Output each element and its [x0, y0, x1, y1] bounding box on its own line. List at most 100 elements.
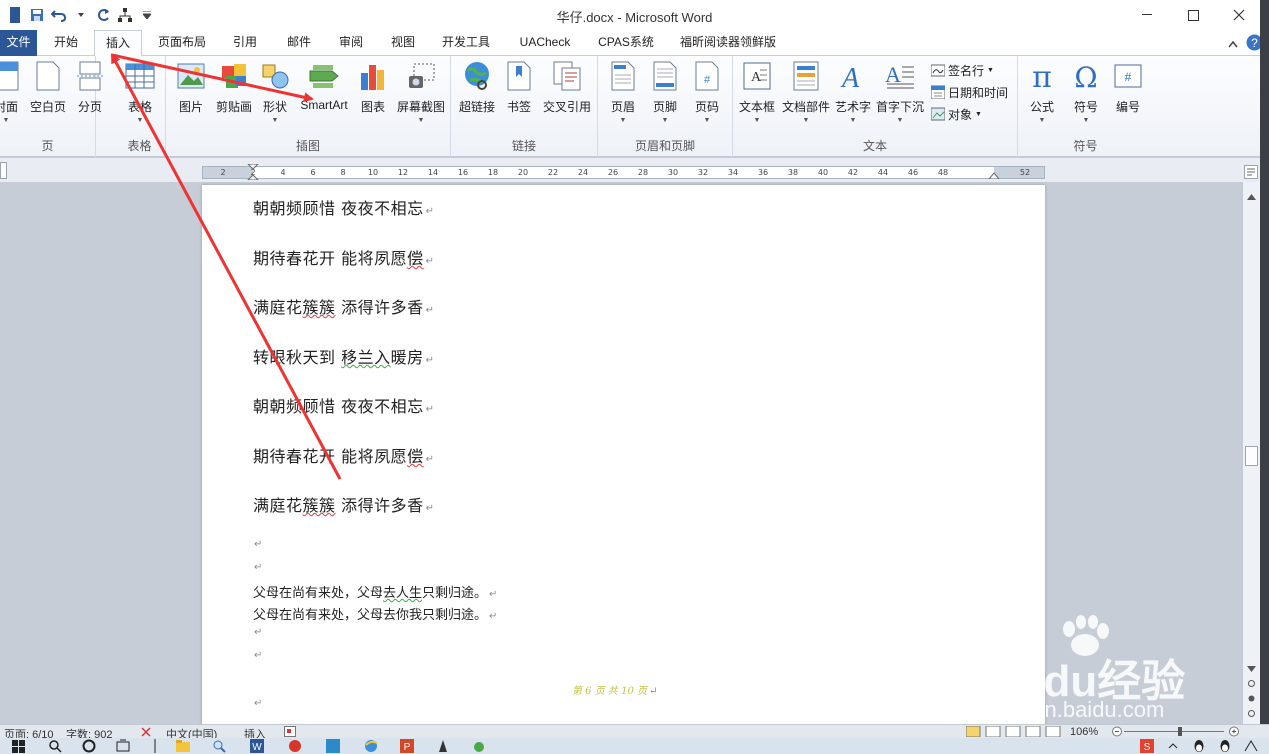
svg-text:A: A [885, 62, 901, 87]
object-button[interactable]: 对象 ▼ [931, 104, 982, 124]
qq-icon-2[interactable] [1218, 739, 1232, 753]
tab-cpas[interactable]: CPAS系统 [590, 30, 662, 56]
tab-developer[interactable]: 开发工具 [434, 30, 498, 56]
app-blue-icon[interactable] [326, 739, 340, 753]
app-green-icon[interactable] [472, 739, 486, 753]
equation-button[interactable]: π 公式 ▼ [1024, 60, 1060, 130]
view-ruler-icon[interactable] [1244, 165, 1258, 179]
search-icon[interactable] [48, 739, 62, 753]
page-footer: 第 6 页 共 10 页 ↵ [572, 686, 658, 697]
prev-page-icon[interactable] [1247, 679, 1256, 688]
chart-button[interactable]: 图表 [358, 60, 388, 130]
ruler-tick-label: 2 [220, 168, 226, 177]
qq-icon[interactable] [1192, 739, 1206, 753]
ruler-tick-label: 16 [457, 168, 469, 177]
poem-line: 朝朝频顾惜 夜夜不相忘 ↵ [253, 199, 435, 218]
poem-line: 期待春花开 能将夙愿偿 ↵ [253, 447, 435, 466]
shapes-button[interactable]: 形状 ▼ [258, 60, 292, 130]
tab-insert[interactable]: 插入 [94, 30, 142, 57]
word-taskbar-icon[interactable]: W [250, 739, 264, 753]
tab-file[interactable]: 文件 [0, 30, 37, 56]
footer-button[interactable]: 页脚 ▼ [648, 60, 682, 130]
page-break-button[interactable]: 分页 [72, 60, 108, 130]
header-button[interactable]: 页眉 ▼ [606, 60, 640, 130]
tab-references[interactable]: 引用 [222, 30, 268, 56]
scrollbar-thumb[interactable] [1245, 446, 1258, 466]
hyperlink-button[interactable]: 超链接 [457, 60, 497, 130]
smartart-button[interactable]: SmartArt [296, 60, 352, 130]
zoom-level[interactable]: 106% [1070, 726, 1098, 738]
drop-cap-button[interactable]: A 首字下沉 ▼ [875, 60, 925, 130]
clipart-button[interactable]: 剪贴画 [214, 60, 254, 130]
symbol-button[interactable]: Ω 符号 ▼ [1068, 60, 1104, 130]
group-symbols: π 公式 ▼ Ω 符号 ▼ # 编号 符号 [1018, 56, 1153, 157]
table-button[interactable]: 表格 ▼ [122, 60, 158, 130]
tab-mailings[interactable]: 邮件 [276, 30, 322, 56]
tab-review[interactable]: 审阅 [328, 30, 374, 56]
cover-page-button[interactable]: 封面▼ [0, 60, 24, 130]
svg-text:A: A [840, 63, 860, 91]
select-browse-object-icon[interactable] [1247, 694, 1256, 703]
quick-parts-button[interactable]: 文档部件 ▼ [781, 60, 831, 130]
ie-icon[interactable] [364, 739, 378, 753]
horizontal-ruler[interactable]: 2 2 4 6 8 10 12 14 16 18 20 22 24 26 28 30 32 34 36 38 40 42 4… [202, 164, 1045, 180]
screenshot-button[interactable]: 屏幕截图 ▼ [394, 60, 448, 130]
tab-page-layout[interactable]: 页面布局 [150, 30, 214, 56]
tab-uacheck[interactable]: UACheck [508, 30, 582, 56]
group-label-header-footer: 页眉和页脚 [634, 139, 695, 153]
right-indent-marker-icon[interactable] [988, 171, 1000, 179]
scroll-down-icon[interactable] [1247, 666, 1256, 672]
poem-line: 期待春花开 能将夙愿偿 ↵ [253, 249, 435, 268]
file-explorer-icon[interactable] [176, 739, 190, 753]
indent-marker-icon[interactable] [247, 164, 259, 180]
group-label-text: 文本 [862, 139, 887, 153]
svg-text:A: A [751, 70, 762, 85]
cortana-icon[interactable] [82, 739, 96, 753]
svg-text:#: # [1125, 70, 1132, 84]
svg-text:W: W [252, 742, 262, 753]
tray-chevron-icon[interactable] [1166, 739, 1180, 753]
document-page[interactable]: 朝朝频顾惜 夜夜不相忘 ↵ 期待春花开 能将夙愿偿 ↵ 满庭花簇簇 添得许多香 ↵ 转眼秋天… [202, 185, 1045, 730]
collapse-ribbon-icon[interactable] [1228, 37, 1238, 51]
app-ink-icon[interactable] [436, 739, 450, 753]
tab-view[interactable]: 视图 [380, 30, 426, 56]
scroll-up-icon[interactable] [1247, 194, 1256, 200]
paragraph-mark: ↵ [254, 562, 263, 573]
task-view-icon[interactable] [116, 739, 130, 753]
picture-button[interactable]: 图片 [174, 60, 208, 130]
textbox-button[interactable]: A 文本框 ▼ [738, 60, 776, 130]
signature-line-button[interactable]: 签名行 ▼ [931, 60, 994, 80]
magnifier-icon[interactable] [212, 739, 226, 753]
tab-foxit-reader[interactable]: 福昕阅读器领鲜版 [670, 30, 786, 56]
ruler-tick-label: 36 [757, 168, 769, 177]
maximize-button[interactable] [1170, 0, 1216, 30]
number-button[interactable]: # 编号 [1110, 60, 1146, 130]
poem-line: 朝朝频顾惜 夜夜不相忘 ↵ [253, 397, 435, 416]
group-header-footer: 页眉 ▼ 页脚 ▼ # 页码 ▼ 页眉和页脚 [598, 56, 733, 157]
ruler-tick-label: 8 [340, 168, 346, 177]
page-number-button[interactable]: # 页码 ▼ [690, 60, 724, 130]
prose-line-1: 父母在尚有来处，父母去人生只剩归途。 ↵ [253, 586, 498, 601]
sogou-input-icon[interactable]: S [1140, 739, 1154, 753]
date-time-button[interactable]: 日期和时间 [931, 82, 1008, 102]
ruler-toggle-icon[interactable] [0, 162, 8, 180]
paragraph-mark: ↵ [254, 539, 263, 550]
ruler-tick-label: 28 [637, 168, 649, 177]
close-button[interactable] [1216, 0, 1262, 30]
powerpoint-icon[interactable]: P [400, 739, 414, 753]
svg-text:Ω: Ω [1074, 61, 1097, 91]
cross-reference-button[interactable]: 交叉引用 [539, 60, 595, 130]
browser-red-icon[interactable] [288, 739, 302, 753]
vertical-scrollbar[interactable] [1242, 182, 1260, 724]
group-links: 超链接 书签 交叉引用 链接 [451, 56, 598, 157]
taskbar-separator-icon [154, 739, 156, 753]
ruler-tick-label: 26 [607, 168, 619, 177]
next-page-icon[interactable] [1247, 709, 1256, 718]
tray-app-icon[interactable] [1244, 739, 1258, 753]
blank-page-button[interactable]: 空白页 [28, 60, 68, 130]
tab-home[interactable]: 开始 [44, 30, 88, 56]
bookmark-button[interactable]: 书签 [503, 60, 535, 130]
minimize-button[interactable] [1124, 0, 1170, 30]
wordart-button[interactable]: A 艺术字 ▼ [833, 60, 873, 130]
windows-start-icon[interactable] [12, 739, 26, 753]
